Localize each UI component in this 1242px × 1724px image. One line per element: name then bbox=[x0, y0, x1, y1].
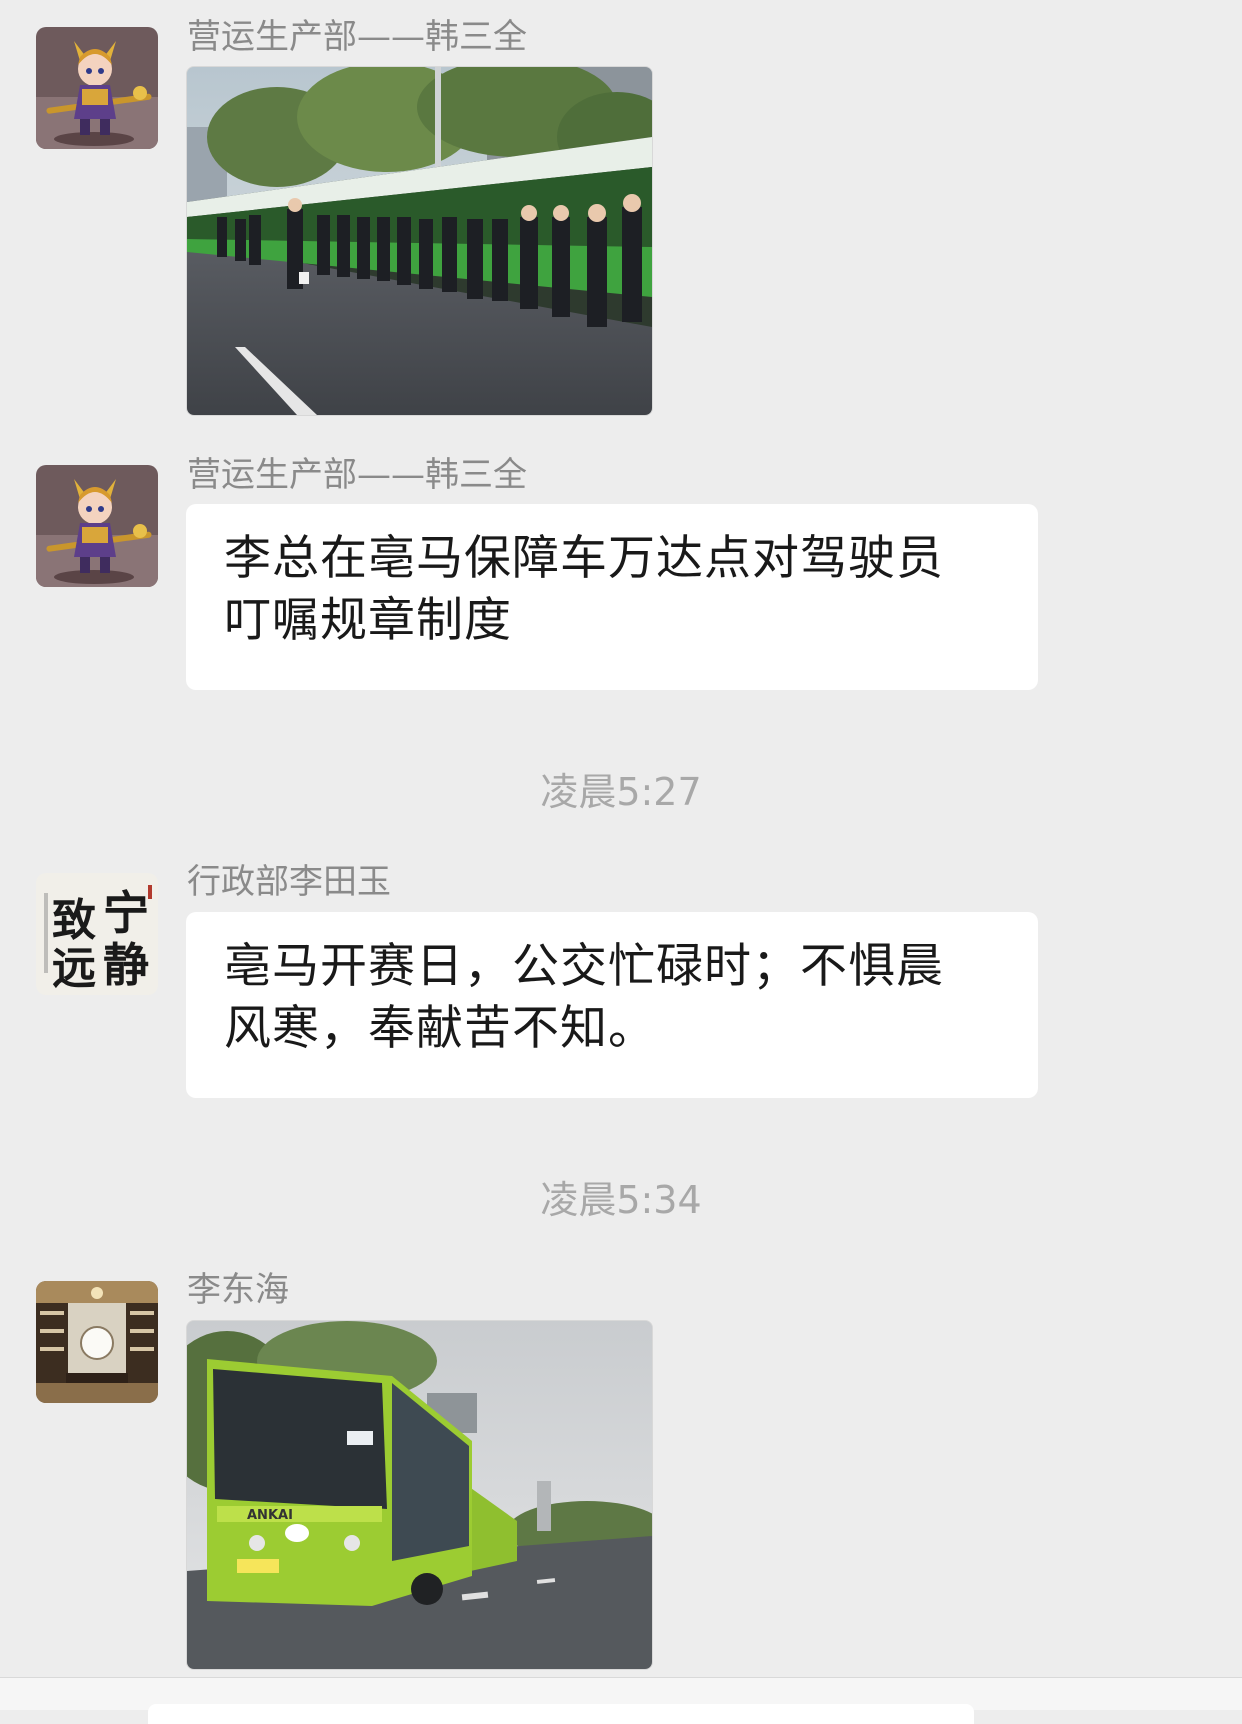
text-bubble[interactable]: 李总在亳马保障车万达点对驾驶员 叮嘱规章制度 bbox=[186, 504, 1038, 690]
chat-history[interactable]: 营运生产部——韩三全 营运生产部——韩三全 李总在亳马保障车万达点对驾驶员 叮嘱… bbox=[0, 0, 1242, 1680]
avatar-hansanquan[interactable] bbox=[36, 465, 158, 587]
timestamp: 凌晨5:27 bbox=[540, 770, 702, 814]
message-input[interactable] bbox=[148, 1704, 974, 1724]
avatar-litianyu[interactable]: 宁 静 致 远 bbox=[36, 873, 158, 995]
text-bubble[interactable]: 亳马开赛日，公交忙碌时；不惧晨 风寒，奉献苦不知。 bbox=[186, 912, 1038, 1098]
sender-name: 行政部李田玉 bbox=[187, 862, 391, 902]
svg-text:ANKAI: ANKAI bbox=[247, 1508, 293, 1523]
message-text-line: 亳马开赛日，公交忙碌时；不惧晨 bbox=[224, 939, 944, 994]
sender-name: 李东海 bbox=[187, 1270, 289, 1310]
calligraphy-icon: 宁 静 致 远 bbox=[36, 873, 158, 995]
avatar-lidonghai[interactable] bbox=[36, 1281, 158, 1403]
timestamp: 凌晨5:34 bbox=[540, 1178, 702, 1222]
calligraphy-char: 静 bbox=[103, 938, 149, 992]
calligraphy-char: 致 bbox=[52, 895, 96, 946]
bus-drivers-photo bbox=[187, 67, 652, 415]
message-text-line: 叮嘱规章制度 bbox=[224, 593, 512, 648]
input-bar bbox=[0, 1677, 1242, 1724]
sender-name: 营运生产部——韩三全 bbox=[187, 17, 527, 57]
message-text-line: 李总在亳马保障车万达点对驾驶员 bbox=[224, 531, 944, 586]
calligraphy-char: 远 bbox=[52, 943, 96, 994]
green-bus-photo: ANKAI bbox=[187, 1321, 652, 1669]
avatar-hansanquan[interactable] bbox=[36, 27, 158, 149]
hero-warrior-icon bbox=[36, 465, 158, 587]
calligraphy-char: 宁 bbox=[103, 886, 149, 940]
study-room-icon bbox=[36, 1281, 158, 1403]
message-text-line: 风寒，奉献苦不知。 bbox=[224, 1001, 656, 1056]
sender-name: 营运生产部——韩三全 bbox=[187, 455, 527, 495]
image-message-bus-drivers[interactable] bbox=[186, 66, 653, 416]
image-message-green-bus[interactable]: ANKAI bbox=[186, 1320, 653, 1670]
hero-warrior-icon bbox=[36, 27, 158, 149]
